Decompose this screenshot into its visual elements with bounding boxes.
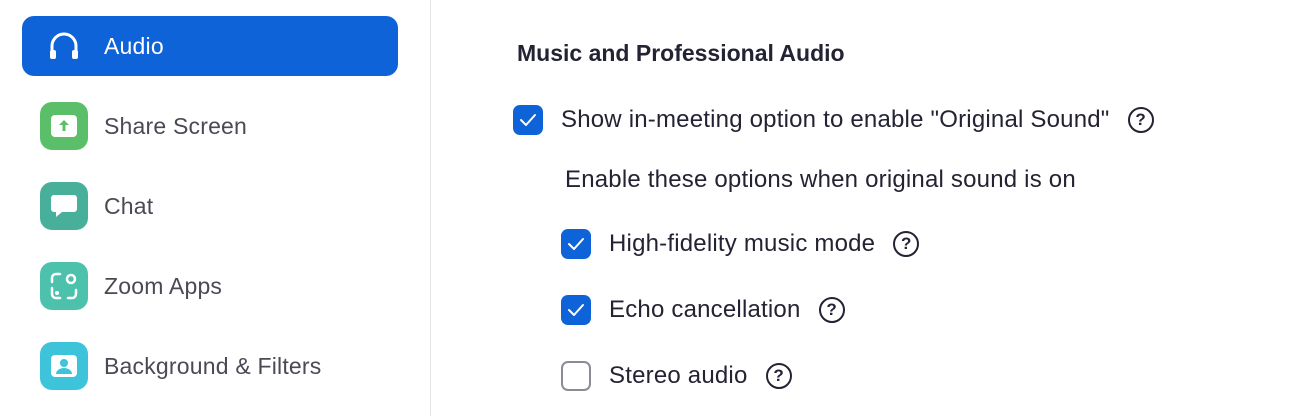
sidebar-item-label: Share Screen: [104, 112, 248, 139]
original-sound-row: Show in-meeting option to enable "Origin…: [513, 105, 1154, 135]
stereo-audio-checkbox[interactable]: [561, 361, 591, 391]
stereo-audio-row: Stereo audio ?: [561, 361, 792, 391]
share-screen-icon: [40, 102, 88, 150]
sidebar-item-label: Background & Filters: [104, 352, 322, 379]
help-icon[interactable]: ?: [1127, 107, 1154, 133]
help-icon[interactable]: ?: [765, 363, 792, 389]
high-fidelity-checkbox[interactable]: [561, 229, 591, 259]
sidebar-item-label: Zoom Apps: [104, 272, 223, 299]
high-fidelity-row: High-fidelity music mode ?: [561, 229, 920, 259]
settings-sidebar: Audio Share Screen Chat Zoom Apps Backgr…: [0, 0, 431, 416]
checkmark-icon: [568, 238, 584, 250]
help-icon[interactable]: ?: [818, 297, 845, 323]
person-portrait-icon: [40, 342, 88, 390]
echo-cancellation-row: Echo cancellation ?: [561, 295, 845, 325]
sidebar-item-audio[interactable]: Audio: [22, 16, 398, 76]
sidebar-item-share-screen[interactable]: Share Screen: [22, 96, 398, 156]
original-sound-subtext: Enable these options when original sound…: [565, 166, 1076, 193]
settings-content: Music and Professional Audio Show in-mee…: [431, 0, 1292, 416]
stereo-audio-label: Stereo audio: [609, 362, 748, 389]
checkmark-icon: [568, 304, 584, 316]
sidebar-item-zoom-apps[interactable]: Zoom Apps: [22, 256, 398, 316]
sidebar-item-label: Audio: [104, 32, 164, 59]
headphones-icon: [40, 22, 88, 70]
sidebar-item-background-filters[interactable]: Background & Filters: [22, 336, 398, 396]
zoom-apps-icon: [40, 262, 88, 310]
sidebar-item-chat[interactable]: Chat: [22, 176, 398, 236]
checkmark-icon: [520, 114, 536, 126]
original-sound-checkbox[interactable]: [513, 105, 543, 135]
original-sound-label: Show in-meeting option to enable "Origin…: [561, 106, 1110, 133]
section-title: Music and Professional Audio: [517, 40, 845, 66]
high-fidelity-label: High-fidelity music mode: [609, 230, 876, 257]
echo-cancellation-checkbox[interactable]: [561, 295, 591, 325]
help-icon[interactable]: ?: [893, 231, 920, 257]
sidebar-item-label: Chat: [104, 192, 154, 219]
echo-cancellation-label: Echo cancellation: [609, 296, 801, 323]
chat-bubble-icon: [40, 182, 88, 230]
